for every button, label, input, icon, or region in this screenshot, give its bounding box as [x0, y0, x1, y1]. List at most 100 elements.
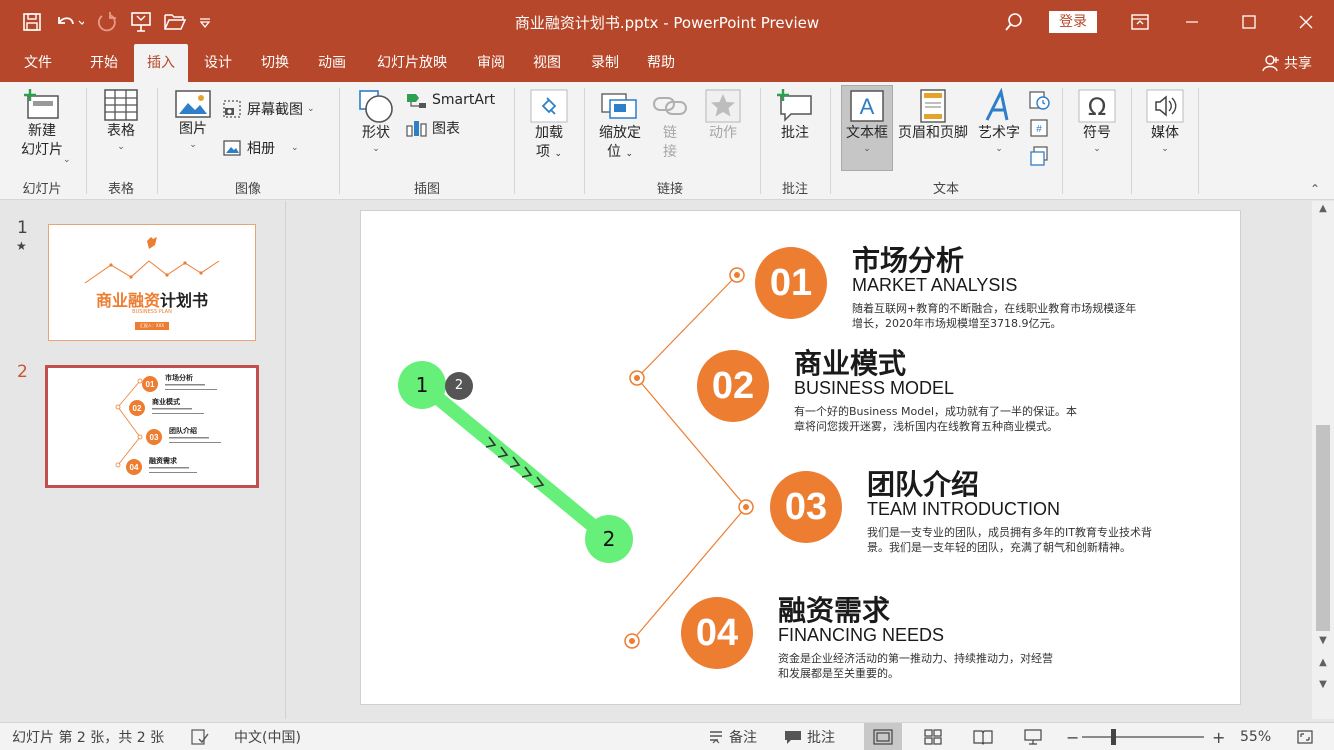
- comment-button[interactable]: 批注: [772, 88, 818, 143]
- redo-icon[interactable]: [96, 8, 118, 36]
- language-status[interactable]: 中文(中国): [234, 723, 301, 750]
- header-footer-button[interactable]: 页眉和页脚: [894, 88, 972, 143]
- chevron-down-icon: ⌄: [307, 104, 315, 114]
- chevron-down-icon: ⌄: [117, 142, 125, 152]
- tab-slideshow[interactable]: 幻灯片放映: [366, 44, 458, 82]
- minimize-icon[interactable]: [1163, 0, 1220, 44]
- maximize-icon[interactable]: [1220, 0, 1277, 44]
- tab-review[interactable]: 审阅: [466, 44, 516, 82]
- textbox-button[interactable]: A 文本框 ⌄: [841, 85, 893, 171]
- group-separator: [157, 88, 158, 194]
- tab-file[interactable]: 文件: [14, 44, 62, 82]
- shapes-button[interactable]: 形状 ⌄: [352, 88, 400, 155]
- sign-in-button[interactable]: 登录: [1049, 11, 1097, 33]
- comments-icon: [785, 731, 801, 744]
- chevron-down-icon: ⌄: [863, 144, 871, 154]
- search-icon[interactable]: [991, 0, 1037, 44]
- zoom-button[interactable]: 缩放定 位 ⌄: [594, 88, 646, 164]
- zoom-out-icon[interactable]: −: [1066, 723, 1079, 750]
- chart-button[interactable]: 图表: [405, 117, 460, 139]
- slide-canvas[interactable]: 01 市场分析 MARKET ANALYSIS 随着互联网+教育的不断融合，在线…: [360, 210, 1241, 705]
- tab-view[interactable]: 视图: [522, 44, 572, 82]
- person-icon: [1262, 55, 1279, 72]
- slide-number-icon[interactable]: #: [1028, 117, 1050, 143]
- group-label-images: 图像: [234, 182, 261, 197]
- accessibility-icon[interactable]: [190, 723, 215, 750]
- comments-button[interactable]: 批注: [784, 723, 835, 750]
- addins-button[interactable]: 加载 项 ⌄: [526, 88, 572, 164]
- slideshow-view-icon[interactable]: [1014, 723, 1052, 750]
- textbox-label: 文本框: [846, 125, 888, 141]
- fit-slide-icon[interactable]: [1296, 723, 1319, 750]
- zoom-level[interactable]: 55%: [1240, 723, 1271, 750]
- chevron-down-icon: ⌄: [1161, 144, 1169, 154]
- wordart-button[interactable]: 艺术字 ⌄: [974, 88, 1024, 155]
- comments-label: 批注: [807, 730, 835, 746]
- screenshot-button[interactable]: 屏幕截图 ⌄: [222, 98, 315, 120]
- group-separator: [86, 88, 87, 194]
- slide-sorter-icon[interactable]: [914, 723, 952, 750]
- share-button[interactable]: 共享: [1262, 44, 1312, 82]
- svg-text:#: #: [1036, 124, 1042, 135]
- tab-animations[interactable]: 动画: [307, 44, 357, 82]
- save-icon[interactable]: [22, 8, 42, 36]
- new-slide-button[interactable]: 新建 幻灯片: [12, 88, 72, 160]
- svg-text:A: A: [860, 94, 875, 119]
- media-button[interactable]: 媒体 ⌄: [1142, 88, 1188, 155]
- header-footer-label: 页眉和页脚: [898, 125, 968, 141]
- collapse-ribbon-icon[interactable]: ⌃: [1310, 182, 1320, 196]
- scroll-down-icon[interactable]: ▼: [1312, 635, 1334, 646]
- zoom-slider-track[interactable]: [1082, 736, 1204, 738]
- symbols-button[interactable]: Ω 符号 ⌄: [1074, 88, 1120, 155]
- tab-home[interactable]: 开始: [78, 44, 130, 82]
- drag-start-marker: 1: [398, 361, 446, 409]
- date-time-icon[interactable]: [1028, 89, 1050, 115]
- previous-slide-icon[interactable]: ▲: [1312, 657, 1334, 668]
- media-label: 媒体: [1151, 125, 1179, 141]
- new-slide-label-2: 幻灯片: [21, 142, 63, 158]
- present-icon[interactable]: [130, 8, 152, 36]
- tab-transitions[interactable]: 切换: [250, 44, 300, 82]
- tab-record[interactable]: 录制: [580, 44, 630, 82]
- link-button[interactable]: 链 接: [650, 88, 690, 162]
- notes-button[interactable]: 备注: [708, 723, 757, 750]
- quick-access-toolbar: [22, 8, 224, 36]
- tab-help[interactable]: 帮助: [636, 44, 686, 82]
- tab-insert[interactable]: 插入: [134, 44, 188, 82]
- customize-icon[interactable]: [198, 8, 212, 36]
- chevron-down-icon: ⌄: [63, 155, 71, 165]
- svg-text:01: 01: [146, 380, 155, 389]
- zoom-in-icon[interactable]: +: [1212, 723, 1225, 750]
- open-icon[interactable]: [164, 8, 186, 36]
- animation-star-icon: ★: [16, 239, 27, 253]
- next-slide-icon[interactable]: ▼: [1312, 679, 1334, 690]
- scrollbar-thumb[interactable]: [1316, 425, 1330, 631]
- pictures-button[interactable]: 图片 ⌄: [170, 88, 216, 151]
- table-icon: [104, 89, 138, 121]
- notes-icon: [710, 731, 722, 744]
- close-icon[interactable]: [1277, 0, 1334, 44]
- comment-label: 批注: [781, 125, 809, 141]
- normal-view-icon[interactable]: [864, 723, 902, 750]
- slide-thumbnail-2[interactable]: 01 02 03 04 市场分析 商业模式 团队介绍 融资需求: [45, 365, 259, 488]
- slide-thumbnail-1[interactable]: 商业融资计划书 BUSINESS PLAN 汇报人：XXX: [48, 224, 256, 341]
- zoom-label-2: 位 ⌄: [607, 143, 633, 164]
- reading-view-icon[interactable]: [964, 723, 1002, 750]
- title-right: 登录: [991, 0, 1334, 44]
- chevron-down-icon: ⌄: [189, 140, 197, 150]
- undo-icon[interactable]: [54, 8, 84, 36]
- action-button[interactable]: 动作: [700, 88, 746, 143]
- status-bar: 幻灯片 第 2 张，共 2 张 中文(中国) 备注 批注 − + 55%: [0, 722, 1334, 750]
- svg-text:团队介绍: 团队介绍: [169, 426, 197, 435]
- zoom-slider-thumb[interactable]: [1111, 729, 1116, 745]
- table-button[interactable]: 表格 ⌄: [96, 88, 146, 153]
- zoom-label: 缩放定: [599, 125, 641, 141]
- album-button[interactable]: 相册 ⌄: [222, 137, 299, 159]
- tab-design[interactable]: 设计: [193, 44, 243, 82]
- scroll-up-icon[interactable]: ▲: [1312, 203, 1334, 214]
- ribbon-display-icon[interactable]: [1117, 0, 1163, 44]
- smartart-button[interactable]: SmartArt: [405, 89, 495, 111]
- album-icon: [223, 140, 241, 156]
- object-icon[interactable]: [1028, 145, 1050, 171]
- vertical-scrollbar[interactable]: ▲ ▼ ▲ ▼: [1312, 201, 1334, 719]
